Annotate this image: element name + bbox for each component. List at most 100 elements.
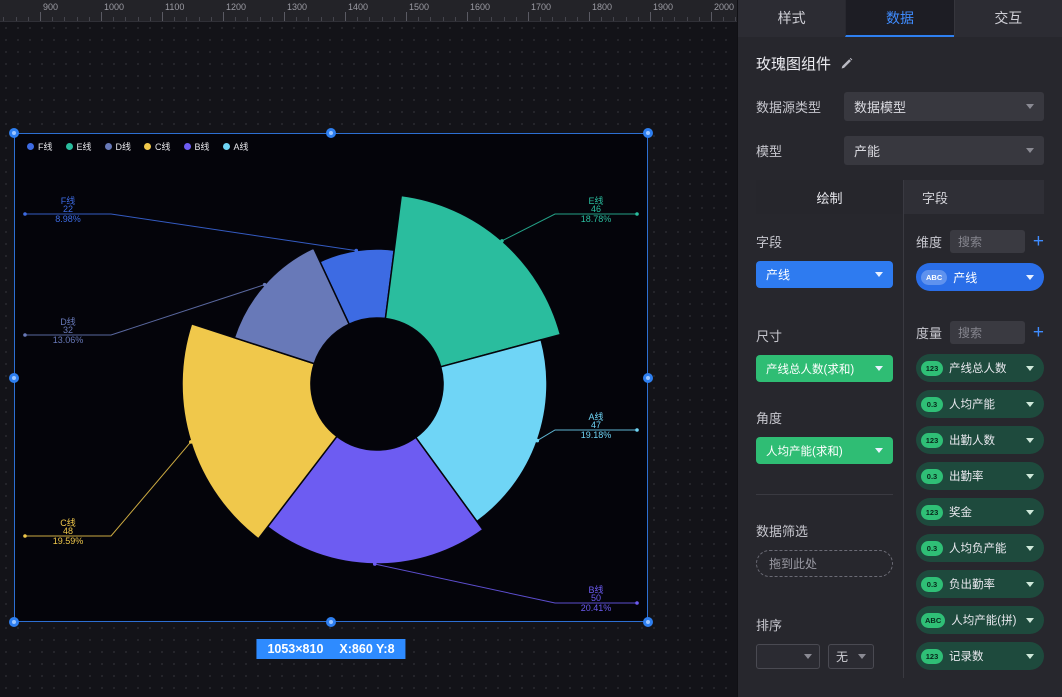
leader-dot: [635, 212, 639, 216]
field-type-badge: 0.3: [921, 541, 943, 556]
ruler-major-tick: [650, 12, 651, 21]
legend-label: F线: [38, 140, 53, 153]
measure-field-name: 出勤率: [949, 468, 1020, 484]
datasource-type-value: 数据模型: [854, 97, 906, 116]
ruler-major-tick: [101, 12, 102, 21]
leader-dot: [635, 428, 639, 432]
chevron-down-icon[interactable]: [1026, 510, 1034, 515]
measure-field-pill[interactable]: 123 产线总人数: [916, 354, 1044, 382]
dimension-label: 维度: [916, 232, 942, 251]
leader-dot: [354, 249, 358, 253]
field-type-badge: 123: [921, 361, 943, 376]
chevron-down-icon[interactable]: [875, 448, 883, 453]
legend-item[interactable]: D线: [105, 140, 132, 153]
chevron-down-icon[interactable]: [1026, 654, 1034, 659]
legend-label: B线: [195, 140, 210, 153]
chart-label-text: 13.06%: [53, 335, 84, 345]
measure-field-pill[interactable]: 0.3人均产能: [916, 390, 1044, 418]
field-pill[interactable]: 产线: [756, 261, 893, 288]
rose-chart-component[interactable]: F线E线D线C线B线A线 F线228.98%E线4618.78%A线4719.1…: [14, 133, 648, 622]
chevron-down-icon: [1026, 104, 1034, 109]
edit-pencil-icon[interactable]: [840, 57, 853, 70]
chevron-down-icon[interactable]: [875, 272, 883, 277]
sort-field-select[interactable]: [756, 644, 820, 669]
ruler-minor-tick: [382, 17, 383, 21]
chevron-down-icon[interactable]: [1026, 366, 1034, 371]
ruler-minor-tick: [687, 17, 688, 21]
ruler-minor-tick: [626, 17, 627, 21]
tab-data[interactable]: 数据: [845, 0, 953, 37]
legend-item[interactable]: A线: [223, 140, 249, 153]
chart-label-text: 18.78%: [581, 214, 612, 224]
chevron-down-icon[interactable]: [1026, 275, 1034, 280]
tab-interaction[interactable]: 交互: [954, 0, 1062, 37]
measure-field-pill[interactable]: 0.3负出勤率: [916, 570, 1044, 598]
measure-field-name: 人均产能(拼): [951, 612, 1020, 628]
measure-field-pill[interactable]: ABC人均产能(拼): [916, 606, 1044, 634]
ruler-minor-tick: [699, 17, 700, 21]
resize-handle-left[interactable]: [9, 373, 19, 383]
chevron-down-icon[interactable]: [1026, 618, 1034, 623]
measure-field-name: 产线总人数: [949, 360, 1020, 376]
measure-field-pill[interactable]: 123出勤人数: [916, 426, 1044, 454]
chart-label-text: 19.18%: [581, 430, 612, 440]
canvas-region: 9001000110012001300140015001600170018001…: [0, 0, 737, 697]
ruler-minor-tick: [504, 17, 505, 21]
subtab-draw[interactable]: 绘制: [756, 180, 903, 214]
datasource-type-select[interactable]: 数据模型: [844, 92, 1044, 121]
resize-handle-top-right[interactable]: [643, 128, 653, 138]
ruler-label: 1900: [653, 2, 673, 12]
chevron-down-icon: [1026, 148, 1034, 153]
dimension-search-input[interactable]: [950, 230, 1025, 253]
add-dimension-button[interactable]: +: [1033, 232, 1044, 251]
subtab-fields[interactable]: 字段: [903, 180, 1044, 214]
size-pill[interactable]: 产线总人数(求和): [756, 355, 893, 382]
field-type-badge: 123: [921, 433, 943, 448]
resize-handle-bottom[interactable]: [326, 617, 336, 627]
chevron-down-icon[interactable]: [875, 366, 883, 371]
chart-legend: F线 E线 D线 C线 B线 A线: [27, 140, 249, 153]
angle-pill[interactable]: 人均产能(求和): [756, 437, 893, 464]
field-pill-value: 产线: [766, 266, 790, 283]
data-filter-placeholder: 拖到此处: [769, 555, 817, 572]
chevron-down-icon[interactable]: [1026, 546, 1034, 551]
measure-list: 123产线总人数0.3人均产能123出勤人数0.3出勤率123奖金0.3人均负产…: [916, 354, 1044, 670]
legend-item[interactable]: E线: [66, 140, 92, 153]
design-canvas[interactable]: F线E线D线C线B线A线 F线228.98%E线4618.78%A线4719.1…: [0, 22, 737, 697]
ruler-major-tick: [345, 12, 346, 21]
measure-field-pill[interactable]: 123记录数: [916, 642, 1044, 670]
legend-item[interactable]: B线: [184, 140, 210, 153]
chevron-down-icon[interactable]: [1026, 582, 1034, 587]
measure-field-pill[interactable]: 0.3人均负产能: [916, 534, 1044, 562]
measure-search-input[interactable]: [950, 321, 1025, 344]
ruler-minor-tick: [247, 17, 248, 21]
measure-field-pill[interactable]: 0.3出勤率: [916, 462, 1044, 490]
chart-label-text: 20.41%: [581, 603, 612, 613]
chevron-down-icon[interactable]: [1026, 438, 1034, 443]
ruler-label: 2000: [714, 2, 734, 12]
resize-handle-top[interactable]: [326, 128, 336, 138]
ruler-minor-tick: [321, 17, 322, 21]
measure-field-name: 奖金: [949, 504, 1020, 520]
resize-handle-bottom-left[interactable]: [9, 617, 19, 627]
ruler-minor-tick: [77, 17, 78, 21]
chevron-down-icon[interactable]: [1026, 402, 1034, 407]
resize-handle-right[interactable]: [643, 373, 653, 383]
measure-field-pill[interactable]: 123奖金: [916, 498, 1044, 526]
ruler-minor-tick: [272, 17, 273, 21]
resize-handle-bottom-right[interactable]: [643, 617, 653, 627]
tab-style[interactable]: 样式: [738, 0, 845, 37]
field-type-badge: 0.3: [921, 577, 943, 592]
leader-dot: [23, 333, 27, 337]
legend-item[interactable]: C线: [144, 140, 171, 153]
dimension-field-pill[interactable]: ABC产线: [916, 263, 1044, 291]
model-select[interactable]: 产能: [844, 136, 1044, 165]
data-filter-dropzone[interactable]: 拖到此处: [756, 550, 893, 577]
chevron-down-icon[interactable]: [1026, 474, 1034, 479]
ruler-minor-tick: [443, 17, 444, 21]
sort-order-select[interactable]: 无: [828, 644, 874, 669]
resize-handle-top-left[interactable]: [9, 128, 19, 138]
ruler-minor-tick: [662, 17, 663, 21]
add-measure-button[interactable]: +: [1033, 323, 1044, 342]
legend-item[interactable]: F线: [27, 140, 53, 153]
